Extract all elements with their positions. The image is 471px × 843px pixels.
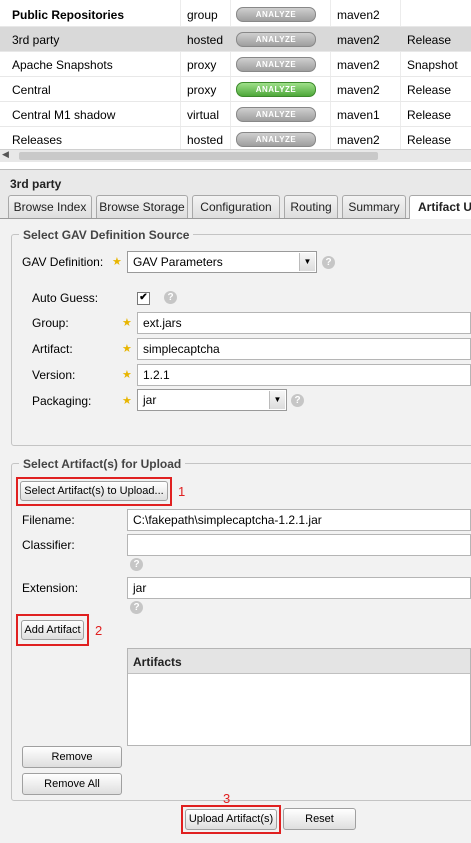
analyze-button[interactable]: ANALYZE — [236, 7, 316, 22]
gav-definition-label: GAV Definition: — [22, 255, 104, 269]
remove-all-button[interactable]: Remove All — [22, 773, 122, 795]
repository-format: maven2 — [337, 133, 380, 147]
repository-grid: Public Repositories group ANALYZE maven2… — [0, 0, 471, 162]
help-icon[interactable]: ? — [130, 601, 143, 614]
artifact-label: Artifact: — [32, 342, 73, 356]
packaging-select[interactable]: jar ▼ — [137, 389, 287, 411]
tab-browse-storage[interactable]: Browse Storage — [96, 195, 188, 218]
required-star-icon: ★ — [122, 317, 132, 329]
auto-guess-label: Auto Guess: — [32, 291, 99, 305]
remove-button[interactable]: Remove — [22, 746, 122, 768]
classifier-label: Classifier: — [22, 538, 75, 552]
chevron-down-icon[interactable]: ▼ — [269, 391, 285, 409]
panel-header: 3rd party — [0, 169, 471, 195]
version-label: Version: — [32, 368, 76, 382]
add-artifact-button[interactable]: Add Artifact — [21, 620, 84, 640]
filename-input[interactable]: C:\fakepath\simplecaptcha-1.2.1.jar — [127, 509, 471, 531]
repository-policy: Snapshot — [407, 58, 458, 72]
upload-legend: Select Artifact(s) for Upload — [19, 457, 186, 471]
repository-name: Central M1 shadow — [12, 108, 116, 122]
repository-policy: Release — [407, 133, 452, 147]
analyze-button[interactable]: ANALYZE — [236, 57, 316, 72]
gav-definition-select[interactable]: GAV Parameters ▼ — [127, 251, 317, 273]
help-icon[interactable]: ? — [291, 394, 304, 407]
repository-name: Releases — [12, 133, 63, 147]
repository-format: maven2 — [337, 58, 380, 72]
panel-title: 3rd party — [10, 177, 62, 191]
extension-input[interactable]: jar — [127, 577, 471, 599]
required-star-icon: ★ — [122, 343, 132, 355]
tab-browse-index[interactable]: Browse Index — [8, 195, 92, 218]
artifacts-header: Artifacts — [128, 649, 470, 674]
extension-label: Extension: — [22, 581, 79, 595]
tab-summary[interactable]: Summary — [342, 195, 406, 218]
artifacts-list[interactable]: Artifacts — [127, 648, 471, 746]
scroll-left-icon[interactable]: ◀ — [2, 149, 9, 160]
packaging-label: Packaging: — [32, 394, 92, 408]
required-star-icon: ★ — [122, 369, 132, 381]
repository-row[interactable]: Public Repositories group ANALYZE maven2 — [0, 2, 471, 27]
analyze-button[interactable]: ANALYZE — [236, 32, 316, 47]
repository-row[interactable]: Central proxy ANALYZE maven2 Release — [0, 77, 471, 102]
repository-type: virtual — [187, 108, 220, 122]
repository-row[interactable]: Apache Snapshots proxy ANALYZE maven2 Sn… — [0, 52, 471, 77]
upload-artifacts-button[interactable]: Upload Artifact(s) — [185, 809, 277, 830]
filename-label: Filename: — [22, 513, 75, 527]
repository-type: proxy — [187, 58, 217, 72]
annotation-label-3: 3 — [223, 791, 231, 806]
group-label: Group: — [32, 316, 69, 330]
tab-artifact-upload[interactable]: Artifact U — [409, 195, 471, 219]
repository-policy: Release — [407, 83, 452, 97]
repository-type: proxy — [187, 83, 217, 97]
classifier-input[interactable] — [127, 534, 471, 556]
scrollbar-thumb[interactable] — [19, 152, 378, 160]
repository-type: hosted — [187, 133, 224, 147]
repository-row[interactable]: 3rd party hosted ANALYZE maven2 Release — [0, 27, 471, 52]
repository-name: Apache Snapshots — [12, 58, 113, 72]
analyze-button[interactable]: ANALYZE — [236, 82, 316, 97]
tab-bar: Browse Index Browse Storage Configuratio… — [0, 195, 471, 219]
version-input[interactable]: 1.2.1 — [137, 364, 471, 386]
help-icon[interactable]: ? — [164, 291, 177, 304]
gav-definition-value: GAV Parameters — [133, 255, 223, 269]
annotation-label-2: 2 — [95, 623, 103, 638]
annotation-label-1: 1 — [178, 484, 186, 499]
required-star-icon: ★ — [122, 395, 132, 407]
repository-name: 3rd party — [12, 33, 60, 47]
required-star-icon: ★ — [112, 256, 122, 268]
tab-configuration[interactable]: Configuration — [192, 195, 280, 218]
analyze-button[interactable]: ANALYZE — [236, 132, 316, 147]
repository-policy: Release — [407, 108, 452, 122]
artifact-input[interactable]: simplecaptcha — [137, 338, 471, 360]
repository-name: Public Repositories — [12, 8, 125, 22]
repository-row[interactable]: Central M1 shadow virtual ANALYZE maven1… — [0, 102, 471, 127]
help-icon[interactable]: ? — [322, 256, 335, 269]
horizontal-scrollbar[interactable]: ◀ — [0, 149, 471, 162]
artifacts-header-label: Artifacts — [133, 655, 182, 669]
auto-guess-checkbox[interactable]: ✔ — [137, 292, 150, 305]
repository-type: hosted — [187, 33, 224, 47]
repository-format: maven2 — [337, 33, 380, 47]
gav-legend: Select GAV Definition Source — [19, 228, 194, 242]
reset-button[interactable]: Reset — [283, 808, 356, 830]
repository-format: maven1 — [337, 108, 380, 122]
repository-type: group — [187, 8, 218, 22]
chevron-down-icon[interactable]: ▼ — [299, 253, 315, 271]
select-artifacts-button[interactable]: Select Artifact(s) to Upload... — [20, 481, 168, 501]
tab-routing[interactable]: Routing — [284, 195, 338, 218]
packaging-value: jar — [143, 393, 157, 407]
repository-policy: Release — [407, 33, 452, 47]
help-icon[interactable]: ? — [130, 558, 143, 571]
repository-name: Central — [12, 83, 51, 97]
repository-format: maven2 — [337, 83, 380, 97]
analyze-button[interactable]: ANALYZE — [236, 107, 316, 122]
group-input[interactable]: ext.jars — [137, 312, 471, 334]
repository-format: maven2 — [337, 8, 380, 22]
